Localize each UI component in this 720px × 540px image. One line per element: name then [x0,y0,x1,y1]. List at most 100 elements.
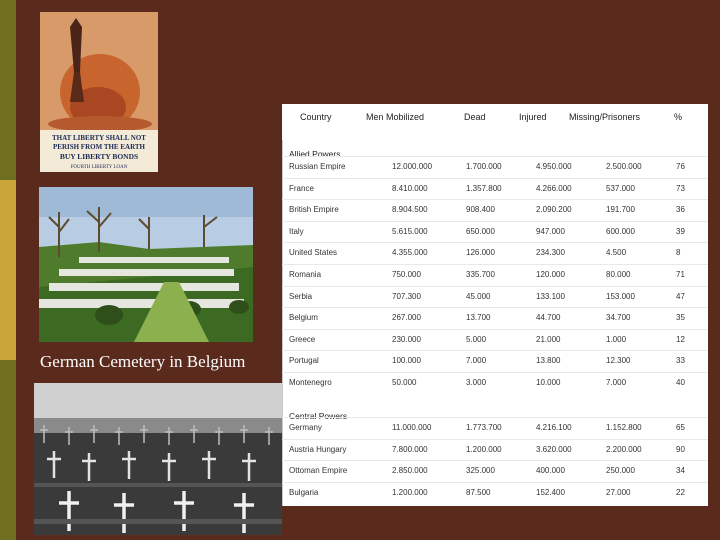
cell-percent: 35 [676,313,685,323]
cell-country: Italy [289,226,304,236]
accent-bar-bottom [0,360,16,540]
cell-percent: 39 [676,226,685,236]
header-injured: Injured [519,112,547,122]
cell-injured: 4.266.000 [536,183,572,193]
table-row: Belgium 267.000 13.700 44.700 34.700 35 [282,307,708,329]
cell-men-mobilized: 7.800.000 [392,444,428,454]
cell-missing-prisoners: 2.500.000 [606,162,642,171]
header-men-mobilized: Men Mobilized [366,112,425,122]
cell-percent: 36 [676,205,685,215]
header-missing-prisoners: Missing/Prisoners [569,112,641,122]
cell-men-mobilized: 50.000 [392,378,417,387]
cell-country: Montenegro [289,378,332,387]
table-row: France 8.410.000 1.357.800 4.266.000 537.000… [282,177,708,200]
cell-missing-prisoners: 2.200.000 [606,444,642,454]
cell-men-mobilized: 1.200.000 [392,487,428,497]
table-row: Portugal 100.000 7.000 13.800 12.300 33 [282,350,708,372]
header-dead: Dead [464,112,486,122]
cell-missing-prisoners: 191.700 [606,205,635,215]
table-row: Serbia 707.300 45.000 133.100 153.000 47 [282,285,708,308]
cell-percent: 34 [676,466,685,476]
cell-men-mobilized: 267.000 [392,313,421,323]
cell-men-mobilized: 750.000 [392,270,421,279]
table-row: Greece 230.000 5.000 21.000 1.000 12 [282,328,708,351]
cell-dead: 1.700.000 [466,162,502,171]
cell-dead: 1.200.000 [466,444,502,454]
cell-dead: 126.000 [466,248,495,258]
cell-dead: 908.400 [466,205,495,215]
cell-percent: 22 [676,487,685,497]
cell-missing-prisoners: 7.000 [606,378,627,387]
table-header-row: Country Men Mobilized Dead Injured Missi… [282,104,708,136]
cell-country: Germany [289,423,322,432]
cell-men-mobilized: 707.300 [392,291,421,301]
cell-percent: 90 [676,444,685,454]
cell-country: Russian Empire [289,162,346,171]
table-row: Bulgaria 1.200.000 87.500 152.400 27.000 22 [282,481,708,504]
cell-dead: 1.773.700 [466,423,502,432]
cell-country: Austria Hungary [289,444,347,454]
svg-text:FOURTH LIBERTY LOAN: FOURTH LIBERTY LOAN [71,165,128,170]
cell-missing-prisoners: 537.000 [606,183,635,193]
header-percent: % [674,112,683,122]
cell-country: Portugal [289,356,319,366]
table-row: Ottoman Empire 2.850.000 325.000 400.000 250… [282,460,708,482]
cell-dead: 7.000 [466,356,487,366]
cell-percent: 33 [676,356,685,366]
cell-injured: 4.216.100 [536,423,572,432]
cell-men-mobilized: 8.904.500 [392,205,428,215]
cell-dead: 3.000 [466,378,487,387]
cell-country: Belgium [289,313,318,323]
cell-percent: 40 [676,378,685,387]
cell-injured: 2.090.200 [536,205,572,215]
cell-missing-prisoners: 12.300 [606,356,631,366]
table-row: Romania 750.000 335.700 120.000 80.000 71 [282,264,708,286]
cell-dead: 325.000 [466,466,495,476]
table-row: Germany 11.000.000 1.773.700 4.216.100 1.152… [282,417,708,439]
cell-percent: 12 [676,334,685,344]
cell-country: United States [289,248,338,258]
accent-bar-middle [0,180,16,360]
cell-country: Ottoman Empire [289,466,348,476]
cell-missing-prisoners: 1.152.800 [606,423,642,432]
cell-dead: 335.700 [466,270,495,279]
cell-injured: 10.000 [536,378,561,387]
svg-text:PERISH FROM THE EARTH: PERISH FROM THE EARTH [53,143,146,151]
cell-injured: 947.000 [536,226,565,236]
cell-percent: 73 [676,183,685,193]
cell-injured: 13.800 [536,356,561,366]
cell-missing-prisoners: 27.000 [606,487,631,497]
table-row: Italy 5.615.000 650.000 947.000 600.000 39 [282,220,708,243]
cell-country: Bulgaria [289,487,319,497]
cell-injured: 120.000 [536,270,565,279]
cell-dead: 87.500 [466,487,491,497]
cell-missing-prisoners: 80.000 [606,270,631,279]
cell-men-mobilized: 4.355.000 [392,248,428,258]
cell-missing-prisoners: 153.000 [606,291,635,301]
cell-men-mobilized: 12.000.000 [392,162,433,171]
field-of-crosses-photo [34,383,282,535]
casualties-table: Country Men Mobilized Dead Injured Missi… [282,104,708,506]
cell-missing-prisoners: 600.000 [606,226,635,236]
belgium-cemetery-photo [39,187,253,342]
table-row: Russian Empire 12.000.000 1.700.000 4.950.0… [282,156,708,178]
cell-dead: 650.000 [466,226,495,236]
svg-text:THAT LIBERTY SHALL NOT: THAT LIBERTY SHALL NOT [52,134,146,142]
cell-missing-prisoners: 250.000 [606,466,635,476]
accent-bar-top [0,0,16,180]
cell-men-mobilized: 8.410.000 [392,183,428,193]
cell-country: Greece [289,334,316,344]
cell-country: Romania [289,270,322,279]
cell-injured: 44.700 [536,313,561,323]
table-row: Austria Hungary 7.800.000 1.200.000 3.620.0… [282,438,708,461]
svg-text:BUY LIBERTY BONDS: BUY LIBERTY BONDS [60,152,138,161]
cell-percent: 47 [676,291,685,301]
cell-missing-prisoners: 1.000 [606,334,627,344]
cell-injured: 400.000 [536,466,565,476]
cell-men-mobilized: 230.000 [392,334,421,344]
cell-injured: 3.620.000 [536,444,572,454]
cell-men-mobilized: 100.000 [392,356,421,366]
cell-injured: 4.950.000 [536,162,572,171]
cell-missing-prisoners: 34.700 [606,313,631,323]
table-row: United States 4.355.000 126.000 234.300 4.50… [282,242,708,264]
